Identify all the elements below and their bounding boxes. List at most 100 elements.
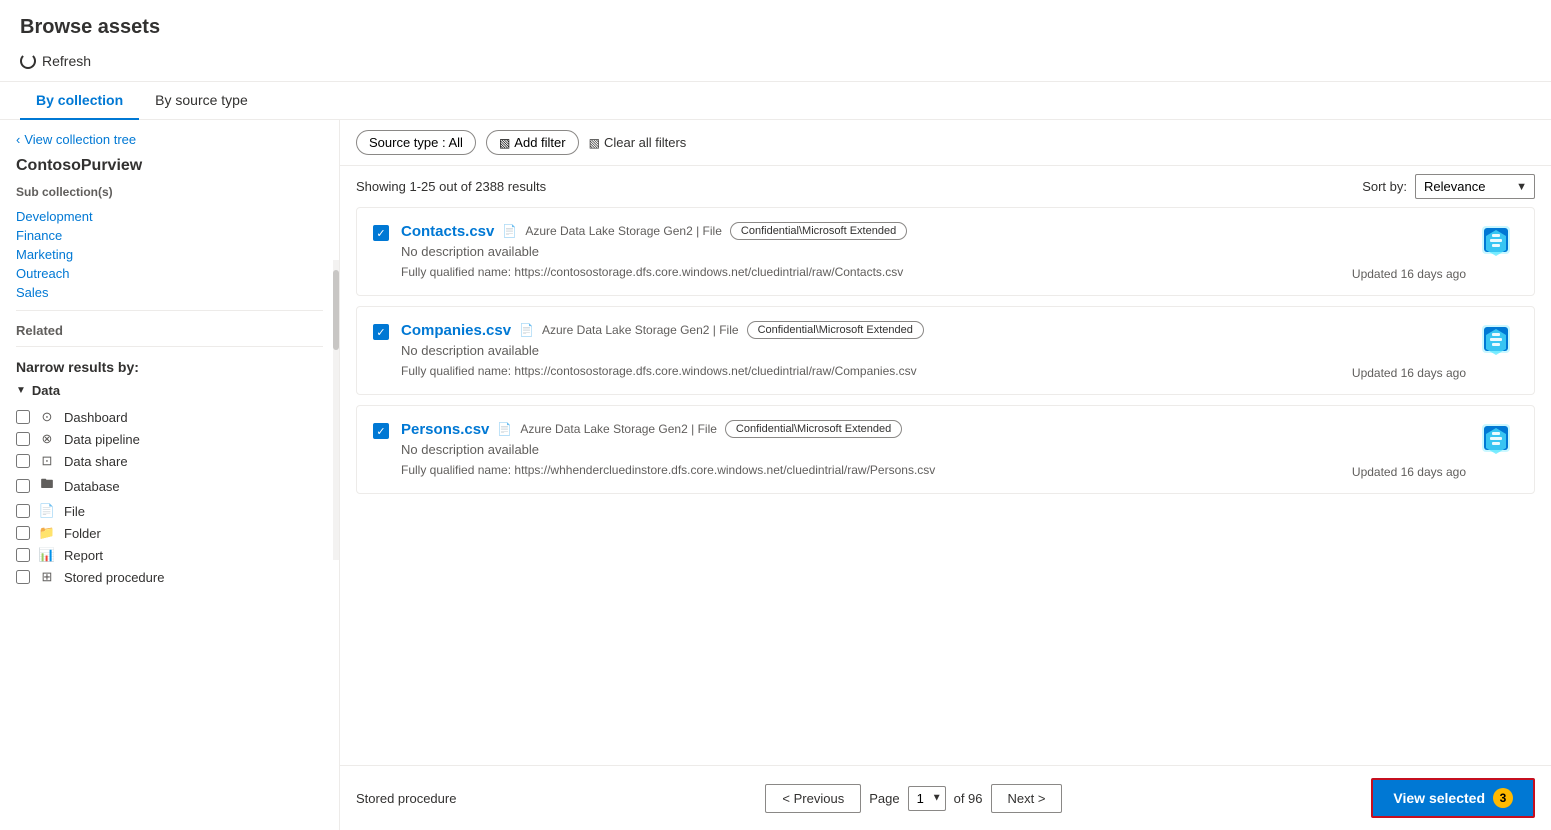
asset-updated-companies: Updated 16 days ago	[1352, 366, 1466, 380]
asset-fqn-contacts: Fully qualified name: https://contososto…	[401, 265, 903, 279]
asset-name-companies[interactable]: Companies.csv	[401, 322, 511, 339]
folder-checkbox[interactable]	[16, 526, 30, 540]
data-share-checkbox[interactable]	[16, 454, 30, 468]
clear-all-filters-button[interactable]: ▧ Clear all filters	[589, 135, 687, 150]
asset-card-companies: ✓ Companies.csv 📄 Azure Data Lake Storag…	[356, 306, 1535, 395]
dashboard-checkbox[interactable]	[16, 410, 30, 424]
asset-checkbox-contacts[interactable]: ✓	[373, 225, 389, 241]
filter-item-file[interactable]: 📄 File	[16, 500, 323, 522]
asset-name-persons[interactable]: Persons.csv	[401, 421, 489, 438]
page-label: Page	[869, 791, 899, 806]
database-label: Database	[64, 479, 120, 494]
results-panel: Source type : All ▧ Add filter ▧ Clear a…	[340, 120, 1551, 830]
view-collection-tree-label: View collection tree	[24, 132, 136, 147]
of-label: of 96	[954, 791, 983, 806]
fqn-label-companies: Fully qualified name:	[401, 364, 511, 378]
file-label: File	[64, 504, 85, 519]
filter-item-database[interactable]: 🖿 Database	[16, 472, 323, 500]
sort-select[interactable]: Relevance Name Updated	[1415, 174, 1535, 199]
previous-button[interactable]: < Previous	[765, 784, 861, 813]
folder-icon: 📁	[38, 525, 56, 541]
asset-checkbox-persons[interactable]: ✓	[373, 423, 389, 439]
filter-item-folder[interactable]: 📁 Folder	[16, 522, 323, 544]
filters-bar: Source type : All ▧ Add filter ▧ Clear a…	[340, 120, 1551, 166]
data-share-icon: ⊡	[38, 453, 56, 469]
data-pipeline-label: Data pipeline	[64, 432, 140, 447]
funnel-icon: ▧	[499, 136, 510, 150]
report-checkbox[interactable]	[16, 548, 30, 562]
asset-source-contacts: Azure Data Lake Storage Gen2 | File	[525, 224, 722, 238]
fqn-value-contacts: https://contosostorage.dfs.core.windows.…	[514, 265, 903, 279]
dashboard-icon: ⊙	[38, 409, 56, 425]
sort-by-container: Sort by: Relevance Name Updated ▼	[1362, 174, 1535, 199]
related-label: Related	[16, 323, 323, 338]
view-collection-tree[interactable]: ‹ View collection tree	[16, 132, 323, 147]
sub-collections-label: Sub collection(s)	[16, 185, 323, 199]
report-label: Report	[64, 548, 103, 563]
asset-card-persons: ✓ Persons.csv 📄 Azure Data Lake Storage …	[356, 405, 1535, 494]
filter-item-stored-procedure[interactable]: ⊞ Stored procedure	[16, 566, 323, 588]
checkmark-icon: ✓	[376, 227, 385, 240]
chevron-down-icon: ▼	[16, 385, 26, 396]
refresh-icon	[20, 53, 36, 69]
fqn-value-persons: https://whhendercluedinstore.dfs.core.wi…	[514, 463, 935, 477]
stored-procedure-label: Stored procedure	[64, 570, 164, 585]
sub-collection-outreach[interactable]: Outreach	[16, 264, 323, 283]
add-filter-button[interactable]: ▧ Add filter	[486, 130, 579, 155]
asset-info-persons: Persons.csv 📄 Azure Data Lake Storage Ge…	[401, 420, 1466, 479]
asset-info-contacts: Contacts.csv 📄 Azure Data Lake Storage G…	[401, 222, 1466, 281]
narrow-results-label: Narrow results by:	[16, 359, 323, 375]
asset-checkbox-companies[interactable]: ✓	[373, 324, 389, 340]
asset-fqn-companies: Fully qualified name: https://contososto…	[401, 364, 917, 378]
asset-updated-persons: Updated 16 days ago	[1352, 465, 1466, 479]
tabs-bar: By collection By source type	[0, 82, 1551, 120]
data-pipeline-icon: ⊗	[38, 431, 56, 447]
folder-label: Folder	[64, 526, 101, 541]
asset-source-companies: Azure Data Lake Storage Gen2 | File	[542, 323, 739, 337]
asset-badge-persons: Confidential\Microsoft Extended	[725, 420, 902, 438]
refresh-button[interactable]: Refresh	[20, 49, 91, 73]
sub-collection-sales[interactable]: Sales	[16, 283, 323, 302]
database-icon: 🖿	[38, 475, 56, 497]
checkmark-icon-2: ✓	[376, 326, 385, 339]
database-checkbox[interactable]	[16, 479, 30, 493]
file-type-icon-3: 📄	[497, 422, 512, 436]
pagination-bar: Stored procedure < Previous Page 1 ▼ of …	[340, 765, 1551, 830]
pagination-right: View selected 3	[1371, 778, 1535, 818]
sub-collection-development[interactable]: Development	[16, 207, 323, 226]
page-select[interactable]: 1	[908, 786, 946, 811]
file-type-icon-2: 📄	[519, 323, 534, 337]
file-checkbox[interactable]	[16, 504, 30, 518]
tab-by-source-type[interactable]: By source type	[139, 82, 264, 120]
asset-icon-contacts	[1478, 222, 1518, 262]
filter-item-report[interactable]: 📊 Report	[16, 544, 323, 566]
filter-item-dashboard[interactable]: ⊙ Dashboard	[16, 406, 323, 428]
sub-collection-finance[interactable]: Finance	[16, 226, 323, 245]
checkmark-icon-3: ✓	[376, 425, 385, 438]
filter-item-data-share[interactable]: ⊡ Data share	[16, 450, 323, 472]
asset-title-row-persons: Persons.csv 📄 Azure Data Lake Storage Ge…	[401, 420, 1466, 438]
asset-info-companies: Companies.csv 📄 Azure Data Lake Storage …	[401, 321, 1466, 380]
source-type-filter-pill[interactable]: Source type : All	[356, 130, 476, 155]
asset-description-companies: No description available	[401, 343, 1466, 358]
assets-list: ✓ Contacts.csv 📄 Azure Data Lake Storage…	[340, 207, 1551, 765]
tab-by-collection[interactable]: By collection	[20, 82, 139, 120]
asset-card-contacts: ✓ Contacts.csv 📄 Azure Data Lake Storage…	[356, 207, 1535, 296]
asset-description-persons: No description available	[401, 442, 1466, 457]
view-selected-button[interactable]: View selected 3	[1371, 778, 1535, 818]
source-type-pill-label: Source type : All	[369, 135, 463, 150]
report-icon: 📊	[38, 547, 56, 563]
stored-procedure-checkbox[interactable]	[16, 570, 30, 584]
stored-procedure-icon: ⊞	[38, 569, 56, 585]
data-pipeline-checkbox[interactable]	[16, 432, 30, 446]
asset-name-contacts[interactable]: Contacts.csv	[401, 223, 494, 240]
asset-icon-companies	[1478, 321, 1518, 361]
filter-item-data-pipeline[interactable]: ⊗ Data pipeline	[16, 428, 323, 450]
next-button[interactable]: Next >	[991, 784, 1063, 813]
fqn-label-persons: Fully qualified name:	[401, 463, 511, 477]
sub-collection-marketing[interactable]: Marketing	[16, 245, 323, 264]
asset-fqn-persons: Fully qualified name: https://whhendercl…	[401, 463, 935, 477]
clear-funnel-icon: ▧	[589, 136, 600, 150]
asset-source-persons: Azure Data Lake Storage Gen2 | File	[520, 422, 717, 436]
data-section-header[interactable]: ▼ Data	[16, 383, 323, 398]
